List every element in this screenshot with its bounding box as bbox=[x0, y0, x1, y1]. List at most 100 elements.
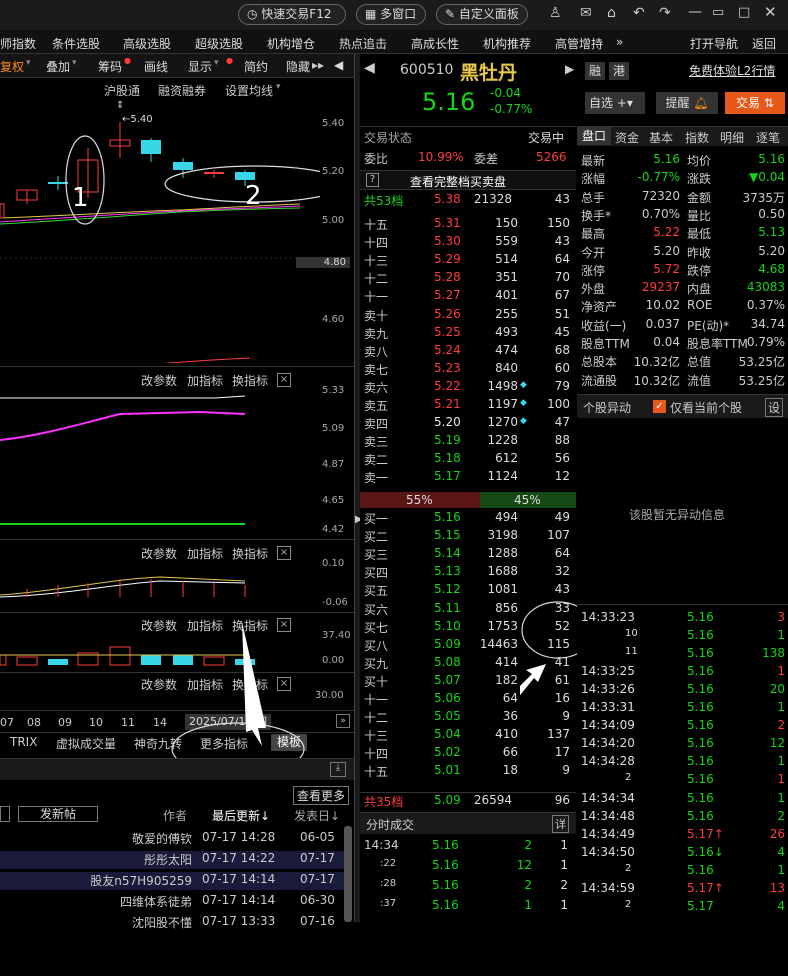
chip-button[interactable]: 筹码 bbox=[98, 58, 122, 75]
tab-fund[interactable]: 资金 bbox=[615, 129, 639, 146]
table-row[interactable]: 沈阳股不懂 07-17 13:33 07-16 bbox=[0, 914, 344, 932]
sell-level-row[interactable]: 十五 5.31 150 150 bbox=[360, 216, 576, 234]
sell-level-row[interactable]: 十二 5.28 351 70 bbox=[360, 270, 576, 288]
menu-item[interactable]: 高管增持 bbox=[555, 35, 603, 52]
tab-trix[interactable]: TRIX bbox=[10, 735, 37, 749]
expand-icon[interactable]: » bbox=[336, 714, 350, 728]
settings-button[interactable]: 设 bbox=[765, 398, 784, 417]
kline-chart[interactable]: ←5.40 ⇕ 1 2 bbox=[0, 98, 320, 363]
quick-trade-button[interactable]: ◷ 快速交易F12 bbox=[238, 4, 346, 25]
menu-more[interactable]: » bbox=[616, 35, 623, 49]
fq-button[interactable]: 复权 bbox=[0, 58, 24, 75]
sell-level-row[interactable]: 十四 5.30 559 43 bbox=[360, 234, 576, 252]
prev-stock-icon[interactable]: ◀ bbox=[334, 58, 343, 72]
restore-icon[interactable]: ▭ bbox=[712, 5, 724, 20]
set-ma-link[interactable]: 设置均线 bbox=[225, 82, 273, 99]
table-row[interactable]: 彤彤太阳 07-17 14:22 07-17 bbox=[0, 851, 344, 869]
table-row[interactable]: 四维体系徒弟 07-17 14:14 06-30 bbox=[0, 893, 344, 911]
checkbox-icon[interactable]: ✓ bbox=[653, 400, 666, 413]
menu-item[interactable]: 高成长性 bbox=[411, 35, 459, 52]
buy-level-row[interactable]: 买二 5.15 3198 107 bbox=[360, 528, 576, 546]
full-book-button[interactable]: ? 查看完整档买卖盘 bbox=[360, 170, 576, 190]
clock-icon: ◷ bbox=[247, 7, 262, 21]
tab-tick[interactable]: 逐笔 bbox=[756, 129, 780, 146]
menu-item[interactable]: 热点追击 bbox=[339, 35, 387, 52]
last-price: 5.16 bbox=[422, 88, 476, 116]
new-post-button[interactable]: 发新帖 bbox=[18, 806, 98, 822]
col-last-update[interactable]: 最后更新↓ bbox=[212, 807, 270, 824]
tab-basic[interactable]: 基本 bbox=[649, 129, 673, 146]
arrows-icon[interactable]: ▸▸ bbox=[312, 58, 324, 72]
buy-level-row[interactable]: 十五 5.01 18 9 bbox=[360, 763, 576, 781]
forward-icon[interactable]: ↷ bbox=[659, 5, 671, 21]
maximize-icon[interactable]: □ bbox=[738, 5, 750, 20]
sell-level-row[interactable]: 十一 5.27 401 67 bbox=[360, 288, 576, 306]
buy-level-row[interactable]: 十三 5.04 410 137 bbox=[360, 727, 576, 745]
back-icon[interactable]: ↶ bbox=[633, 5, 645, 21]
sell-level-row[interactable]: 卖二 5.18 612 56 bbox=[360, 451, 576, 469]
tab-index[interactable]: 指数 bbox=[685, 129, 709, 146]
col-author[interactable]: 作者 bbox=[163, 807, 187, 824]
download-icon[interactable]: ⤓ bbox=[330, 762, 346, 777]
menu-item[interactable]: 机构推荐 bbox=[483, 35, 531, 52]
y-tick: 5.40 bbox=[322, 118, 345, 129]
draw-line-button[interactable]: 画线 bbox=[144, 58, 168, 75]
detail-button[interactable]: 详 bbox=[552, 815, 569, 833]
menu-item[interactable]: 高级选股 bbox=[123, 35, 171, 52]
menu-item[interactable]: 超级选股 bbox=[195, 35, 243, 52]
sell-level-row[interactable]: 卖九 5.25 493 45 bbox=[360, 325, 576, 343]
sell-level-row[interactable]: 卖四 5.20 1270 ◆ 47 bbox=[360, 415, 576, 433]
minimize-icon[interactable]: — bbox=[688, 4, 702, 20]
close-panel-icon[interactable]: × bbox=[277, 546, 291, 560]
y-tick: -0.06 bbox=[322, 597, 348, 608]
home-icon[interactable]: ⌂ bbox=[607, 5, 616, 21]
sell-level-row[interactable]: 卖七 5.23 840 60 bbox=[360, 361, 576, 379]
rzrq-link[interactable]: 融资融券 bbox=[158, 82, 206, 99]
buy-level-row[interactable]: 十二 5.05 36 9 bbox=[360, 709, 576, 727]
multi-window-button[interactable]: ▦ 多窗口 bbox=[356, 4, 426, 25]
display-button[interactable]: 显示 bbox=[188, 58, 212, 75]
buy-level-row[interactable]: 十四 5.02 66 17 bbox=[360, 745, 576, 763]
table-row[interactable]: 敬爱的傅钦 07-17 14:28 06-05 bbox=[0, 830, 344, 848]
table-row[interactable]: 股友n57H905259 07-17 14:14 07-17 bbox=[0, 872, 344, 890]
buy-level-row[interactable]: 买四 5.13 1688 32 bbox=[360, 564, 576, 582]
sell-level-row[interactable]: 卖五 5.21 1197 ◆ 100 bbox=[360, 397, 576, 415]
tab-pankou[interactable]: 盘口 bbox=[577, 127, 611, 145]
sell-level-row[interactable]: 卖一 5.17 1124 12 bbox=[360, 469, 576, 487]
overlay-button[interactable]: 叠加 bbox=[46, 58, 70, 75]
col-posted[interactable]: 发表日↓ bbox=[294, 807, 340, 824]
sell-level-row[interactable]: 卖六 5.22 1498 ◆ 79 bbox=[360, 379, 576, 397]
sell-level-row[interactable]: 卖十 5.26 255 51 bbox=[360, 307, 576, 325]
menu-item[interactable]: 师指数 bbox=[0, 35, 36, 52]
back-link[interactable]: 返回 bbox=[752, 35, 776, 52]
hide-button[interactable]: 隐藏 bbox=[286, 58, 310, 75]
help-icon[interactable]: ? bbox=[366, 173, 379, 187]
buy-level-row[interactable]: 买一 5.16 494 49 bbox=[360, 510, 576, 528]
menu-item[interactable]: 条件选股 bbox=[52, 35, 100, 52]
menu-item[interactable]: 机构增仓 bbox=[267, 35, 315, 52]
tab-vvol[interactable]: 虚拟成交量 bbox=[56, 735, 116, 752]
user-icon[interactable]: ♙ bbox=[549, 5, 562, 21]
remind-button[interactable]: 提醒 🔔︎ bbox=[656, 92, 718, 114]
sell-level-row[interactable]: 卖三 5.19 1228 88 bbox=[360, 433, 576, 451]
drag-icon[interactable]: ⇕ bbox=[116, 100, 124, 111]
open-nav[interactable]: 打开导航 bbox=[690, 35, 738, 52]
stock-code: 600510 bbox=[400, 62, 454, 78]
custom-panel-button[interactable]: ✎ 自定义面板 bbox=[436, 4, 528, 25]
mail-icon[interactable]: ✉ bbox=[580, 5, 592, 21]
l2-link[interactable]: 免费体验L2行情 bbox=[689, 62, 775, 79]
quote-row: 涨停 5.72 跌停 4.68 bbox=[581, 261, 785, 278]
sell-level-row[interactable]: 卖八 5.24 474 68 bbox=[360, 343, 576, 361]
view-more-button[interactable]: 查看更多 bbox=[293, 786, 350, 805]
trade-button[interactable]: 交易 ⇅ bbox=[725, 92, 785, 114]
sell-level-row[interactable]: 十三 5.29 514 64 bbox=[360, 252, 576, 270]
hgt-link[interactable]: 沪股通 bbox=[104, 82, 140, 99]
buy-level-row[interactable]: 买三 5.14 1288 64 bbox=[360, 546, 576, 564]
close-icon[interactable]: ✕ bbox=[764, 3, 777, 21]
watchlist-button[interactable]: 自选 +▾ bbox=[585, 92, 645, 114]
tab-detail[interactable]: 明细 bbox=[720, 129, 744, 146]
prev-stock-icon[interactable]: ◀ bbox=[364, 60, 375, 76]
scrollbar[interactable] bbox=[344, 826, 352, 922]
simple-button[interactable]: 简约 bbox=[244, 58, 268, 75]
next-stock-icon[interactable]: ▶ bbox=[565, 62, 574, 76]
